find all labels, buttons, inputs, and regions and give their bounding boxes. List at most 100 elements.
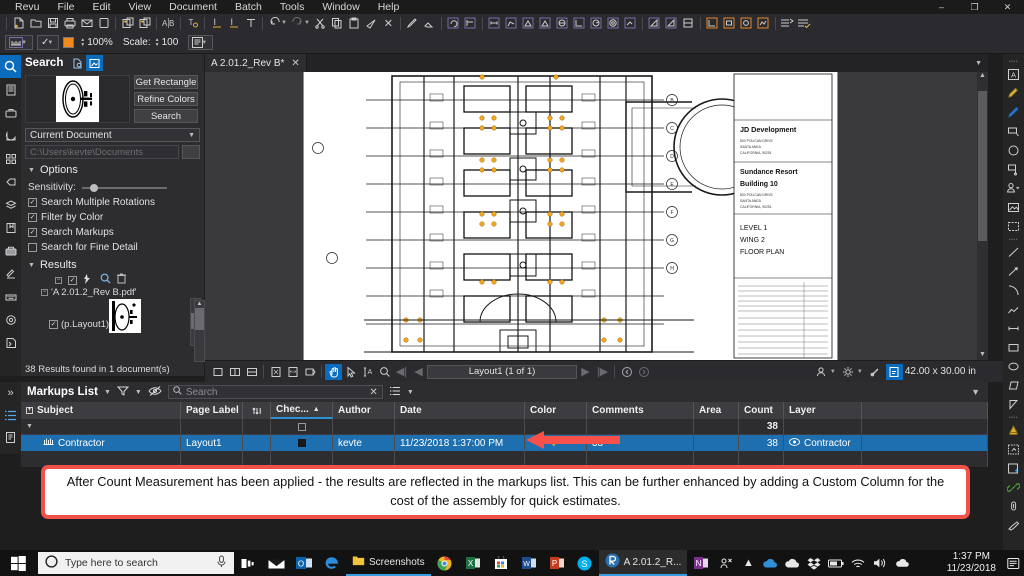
filter-icon[interactable] [116,385,129,400]
chevron-down-icon[interactable]: ▼ [975,60,982,67]
ellipse-tool-icon[interactable] [1003,357,1024,376]
crop-region-icon[interactable] [1003,395,1024,414]
results-document-node[interactable]: − 'A 2.01.2_Rev B.pdf' [27,286,204,298]
onedrive-status-icon[interactable] [891,550,913,576]
cutout-icon[interactable] [646,15,663,31]
previous-page-icon[interactable]: ◀ [410,364,427,380]
measure-diameter-icon[interactable] [554,15,571,31]
rail-keyboard-icon[interactable] [0,285,21,308]
checkbox-search-markups[interactable]: ✓ Search Markups [28,227,204,238]
text-top-align-icon[interactable]: I [208,15,225,31]
highlighter-tool-icon[interactable] [1003,84,1024,103]
menu-item-window[interactable]: Window [313,0,368,14]
fit-page-icon[interactable] [267,364,284,380]
pen-tool-icon[interactable] [1003,103,1024,122]
rail-compare-icon[interactable] [0,331,21,354]
rail-stamps-icon[interactable] [0,262,21,285]
left-panel-scrollbar[interactable]: ▲ [194,300,205,362]
onedrive-icon[interactable] [759,550,781,576]
profile-icon[interactable] [813,364,830,380]
text-select-tool-icon[interactable]: A [359,364,376,380]
rail-bookmarks-icon[interactable] [0,216,21,239]
text-search-icon[interactable]: T [184,15,201,31]
expand-panel-icon[interactable]: » [0,382,21,404]
menu-item-help[interactable]: Help [369,0,409,14]
show-hidden-icons-icon[interactable]: ▲ [737,550,759,576]
minimize-icon[interactable]: – [925,0,958,14]
compare-documents-icon[interactable]: AB [160,15,177,31]
refine-colors-button[interactable]: Refine Colors [134,92,198,106]
markups-collapse-icon[interactable]: ▼ [971,387,988,397]
chevron-down-icon[interactable]: ▼ [857,369,863,375]
redo-dropdown-icon[interactable]: ▼ [304,20,310,26]
fit-width-icon[interactable] [284,364,301,380]
rail-sets-icon[interactable] [0,147,21,170]
task-view-icon[interactable] [234,550,262,576]
skype-icon[interactable]: S [571,550,599,576]
text-bottom-align-icon[interactable]: I [225,15,242,31]
email-icon[interactable] [78,15,95,31]
clear-search-icon[interactable]: ✕ [369,387,377,398]
insert-page-icon[interactable] [119,15,136,31]
column-header-comments[interactable]: Comments [587,402,694,419]
menu-item-revu[interactable]: Revu [6,0,49,14]
zoom-stepper[interactable]: ▲ ▼ [80,37,85,48]
polygon-tool-icon[interactable] [1003,376,1024,395]
open-folder-icon[interactable] [27,15,44,31]
volume-icon[interactable] [869,550,891,576]
checkbox-search-fine-detail[interactable]: Search for Fine Detail [28,242,204,253]
contrast-icon[interactable] [867,364,884,380]
checkmark-style-selector[interactable]: ✓ ▼ [36,35,60,50]
results-flash-icon[interactable] [83,273,94,287]
highlight-icon[interactable] [404,15,421,31]
eraser-tool-icon[interactable] [1003,516,1024,535]
text-search-mode-icon[interactable] [69,55,86,71]
column-header-subject[interactable]: + Subject [21,402,181,419]
color-swatch[interactable] [63,37,75,48]
save-icon[interactable] [44,15,61,31]
next-view-icon[interactable] [635,364,652,380]
cutout-alt-icon[interactable] [663,15,680,31]
image-tool-icon[interactable] [1003,198,1024,217]
rail-search-icon[interactable] [0,55,21,78]
microphone-icon[interactable] [216,555,227,571]
new-document-icon[interactable] [10,15,27,31]
last-page-icon[interactable]: |▶ [594,364,611,380]
hide-markups-icon[interactable] [148,385,162,400]
column-header-date[interactable]: Date [395,402,525,419]
menu-item-view[interactable]: View [120,0,161,14]
menu-item-edit[interactable]: Edit [83,0,119,14]
checkbox-search-multiple-rotations[interactable]: ✓ Search Multiple Rotations [28,197,204,208]
row-subject-cell[interactable]: Contractor [21,435,181,451]
rotate-view-icon[interactable] [301,364,318,380]
column-header-author[interactable]: Author [333,402,395,419]
menu-item-file[interactable]: File [49,0,84,14]
powerpoint-icon[interactable]: P [543,550,571,576]
taskbar-clock[interactable]: 1:37 PM 11/23/2018 [947,551,1002,575]
measure-perimeter-icon[interactable] [537,15,554,31]
column-header-layer[interactable]: Layer [784,402,862,419]
checkbox-icon[interactable] [28,243,37,252]
markups-search-input[interactable]: Search ✕ [167,385,383,399]
sync-view-icon[interactable] [885,363,903,380]
add-region-icon[interactable] [1003,459,1024,478]
taskbar-search-input[interactable]: Type here to search [38,552,234,574]
paste-icon[interactable] [346,15,363,31]
rotate-icon[interactable] [445,15,462,31]
action-center-icon[interactable] [1002,550,1024,576]
results-select-all-checkbox[interactable]: ✓ [68,275,77,285]
arrow-tool-icon[interactable] [1003,262,1024,281]
ellipse-tool-icon[interactable] [738,15,755,31]
checkbox-icon[interactable]: ✓ [28,198,37,207]
onenote-icon[interactable]: N [687,550,715,576]
chevron-down-icon[interactable]: ▼ [28,262,35,269]
rail-tags-icon[interactable] [0,170,21,193]
rail-properties-icon[interactable] [0,124,21,147]
markups-summary-row[interactable]: ▼ 38 [21,419,988,435]
pdf-page[interactable]: B C D E F G H JD Development 800 POLICAN… [303,72,838,360]
document-vertical-scrollbar[interactable]: ▲ ▼ [977,72,988,360]
dropbox-icon[interactable] [803,550,825,576]
chevron-down-icon[interactable]: ▼ [28,167,35,174]
chevron-down-icon[interactable]: ▼ [21,40,27,46]
people-icon[interactable] [715,550,737,576]
